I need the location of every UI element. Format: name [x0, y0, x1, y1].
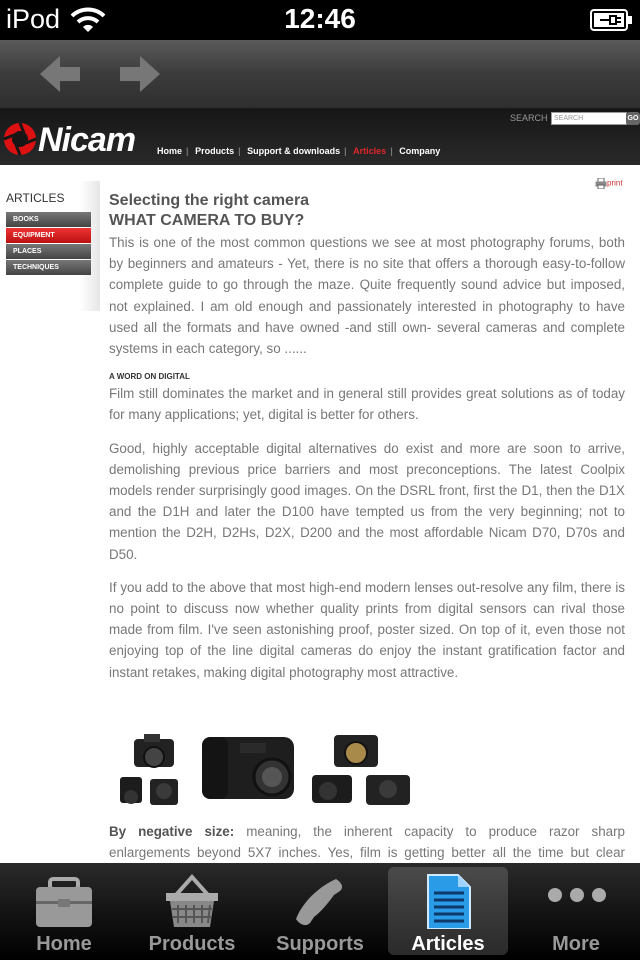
nav-home[interactable]: Home: [157, 146, 186, 156]
site-logo[interactable]: Nicam: [38, 121, 136, 160]
print-link[interactable]: print: [595, 177, 623, 190]
tab-more[interactable]: More: [512, 863, 640, 960]
search-label: SEARCH: [510, 113, 548, 123]
print-label: print: [607, 178, 623, 188]
sidebar-item-techniques[interactable]: TECHNIQUES: [6, 260, 91, 275]
status-time: 12:46: [284, 3, 356, 34]
nav-separator: |: [390, 146, 393, 156]
cameras-image: [114, 729, 414, 809]
article-title-line2: WHAT CAMERA TO BUY?: [109, 212, 305, 229]
document-icon: [384, 873, 512, 930]
tab-label: More: [552, 933, 600, 955]
nav-articles[interactable]: Articles: [349, 146, 390, 156]
article-paragraph: Good, highly acceptable digital alternat…: [109, 440, 625, 562]
battery-charging-icon: [590, 9, 634, 36]
briefcase-icon: [0, 873, 128, 929]
search-go-button[interactable]: GO: [626, 112, 640, 125]
article-intro: This is one of the most common questions…: [109, 235, 625, 357]
nav-company[interactable]: Company: [395, 146, 444, 156]
tab-label: Supports: [276, 933, 364, 955]
site-header: Nicam SEARCH SEARCH GO Home | Products | S…: [0, 109, 640, 165]
term-label: By negative size:: [109, 823, 235, 839]
nav-separator: |: [344, 146, 347, 156]
forward-arrow-icon[interactable]: [118, 52, 162, 96]
back-arrow-icon[interactable]: [38, 52, 82, 96]
tab-label: Products: [148, 933, 236, 955]
tab-home[interactable]: Home: [0, 863, 128, 960]
nav-products[interactable]: Products: [191, 146, 238, 156]
article: Selecting the right camera WHAT CAMERA TO…: [109, 191, 625, 863]
search-input[interactable]: SEARCH: [551, 112, 627, 125]
printer-icon: [595, 177, 607, 190]
phone-icon: [256, 873, 384, 929]
article-title-line1: Selecting the right camera: [109, 192, 310, 209]
tab-label: Home: [36, 933, 92, 955]
sidebar-title: ARTICLES: [6, 191, 65, 205]
nav-separator: |: [238, 146, 241, 156]
sidebar-item-equipment[interactable]: EQUIPMENT: [6, 228, 91, 243]
articles-sidebar: ARTICLES BOOKS EQUIPMENT PLACES TECHNIQU…: [0, 181, 100, 311]
tab-label: Articles: [411, 933, 485, 955]
site-nav: Home | Products | Support & downloads | Art…: [157, 146, 444, 156]
article-paragraph: Film still dominates the market and in g…: [109, 386, 625, 423]
nav-support[interactable]: Support & downloads: [243, 146, 344, 156]
section-heading: A WORD ON DIGITAL: [109, 372, 190, 382]
status-bar: iPod 12:46: [0, 0, 640, 40]
sidebar-item-books[interactable]: BOOKS: [6, 212, 91, 227]
more-dots-icon: [512, 873, 640, 929]
article-paragraph-negative-size: By negative size: meaning, the inherent …: [109, 821, 625, 863]
tab-supports[interactable]: Supports: [256, 863, 384, 960]
article-title: Selecting the right camera WHAT CAMERA TO…: [109, 191, 625, 231]
basket-icon: [128, 873, 256, 929]
article-paragraph: If you add to the above that most high-e…: [109, 579, 625, 680]
tab-articles[interactable]: Articles: [384, 863, 512, 960]
web-content[interactable]: ARTICLES BOOKS EQUIPMENT PLACES TECHNIQU…: [0, 165, 640, 863]
nav-separator: |: [186, 146, 189, 156]
tab-bar: Home Products Supports Articles More: [0, 863, 640, 960]
tab-products[interactable]: Products: [128, 863, 256, 960]
nicam-logo-icon[interactable]: [2, 121, 38, 162]
browser-toolbar: [0, 40, 640, 109]
sidebar-item-places[interactable]: PLACES: [6, 244, 91, 259]
